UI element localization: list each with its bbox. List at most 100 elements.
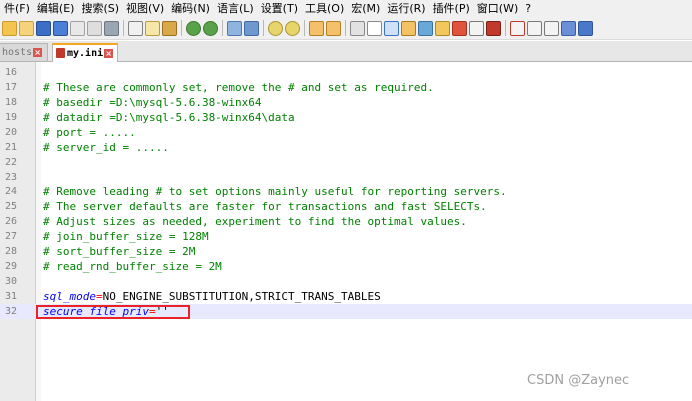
code-text: # datadir =D:\mysql-5.6.38-winx64\data bbox=[43, 111, 295, 124]
save-macro-icon[interactable] bbox=[544, 20, 559, 36]
menu-bar: 件(F) 编辑(E) 搜索(S) 视图(V) 编码(N) 语言(L) 设置(T) 工具(O) 宏… bbox=[0, 0, 692, 17]
tab-hosts[interactable]: hosts × bbox=[0, 43, 48, 62]
code-line: 30 bbox=[0, 274, 692, 289]
macro-next-icon[interactable] bbox=[561, 20, 576, 36]
config-key: sql_mode bbox=[43, 290, 96, 303]
folder-workspace-icon[interactable] bbox=[435, 20, 450, 36]
print-icon[interactable] bbox=[104, 20, 119, 36]
menu-edit[interactable]: 编辑(E) bbox=[33, 0, 78, 17]
close-icon[interactable]: × bbox=[33, 47, 43, 57]
stop-macro-icon[interactable] bbox=[486, 20, 501, 36]
code-line: 23 bbox=[0, 170, 692, 185]
menu-run[interactable]: 运行(R) bbox=[383, 0, 428, 17]
code-text: # server_id = ..... bbox=[43, 141, 169, 154]
paste-icon[interactable] bbox=[162, 20, 177, 36]
cut-icon[interactable] bbox=[128, 20, 143, 36]
line-number: 26 bbox=[4, 216, 17, 227]
find-icon[interactable] bbox=[227, 20, 242, 36]
toolbar bbox=[0, 17, 692, 40]
menu-file[interactable]: 件(F) bbox=[0, 0, 33, 17]
save-icon[interactable] bbox=[36, 20, 51, 36]
close-icon[interactable]: × bbox=[104, 48, 114, 58]
code-text: # basedir =D:\mysql-5.6.38-winx64 bbox=[43, 96, 262, 109]
line-number: 25 bbox=[4, 201, 17, 212]
code-text: # Adjust sizes as needed, experiment to … bbox=[43, 215, 467, 228]
menu-search[interactable]: 搜索(S) bbox=[77, 0, 122, 17]
toolbar-separator bbox=[304, 20, 305, 36]
code-text: # These are commonly set, remove the # a… bbox=[43, 81, 434, 94]
file-icon bbox=[56, 48, 65, 58]
line-number: 23 bbox=[4, 172, 17, 183]
monitoring-icon[interactable] bbox=[452, 20, 467, 36]
equals-sign: = bbox=[95, 290, 103, 303]
doc-map-icon[interactable] bbox=[401, 20, 416, 36]
toolbar-separator bbox=[222, 20, 223, 36]
config-value: NO_ENGINE_SUBSTITUTION,STRICT_TRANS_TABL… bbox=[102, 290, 381, 303]
line-number: 20 bbox=[4, 127, 17, 138]
menu-language[interactable]: 语言(L) bbox=[213, 0, 257, 17]
tab-my-ini[interactable]: my.ini × bbox=[52, 43, 118, 62]
close-all-icon[interactable] bbox=[87, 20, 102, 36]
tab-bar: hosts × my.ini × bbox=[0, 41, 692, 62]
menu-settings[interactable]: 设置(T) bbox=[257, 0, 301, 17]
redo-icon[interactable] bbox=[203, 20, 218, 36]
replace-icon[interactable] bbox=[244, 20, 259, 36]
line-number: 18 bbox=[4, 97, 17, 108]
code-line: 16 bbox=[0, 65, 692, 80]
toolbar-separator bbox=[263, 20, 264, 36]
code-line: 19 # datadir =D:\mysql-5.6.38-winx64\dat… bbox=[0, 110, 692, 125]
menu-view[interactable]: 视图(V) bbox=[122, 0, 167, 17]
menu-tools[interactable]: 工具(O) bbox=[301, 0, 347, 17]
line-number: 21 bbox=[4, 142, 17, 153]
show-all-chars-icon[interactable] bbox=[367, 20, 382, 36]
function-list-icon[interactable] bbox=[418, 20, 433, 36]
open-icon[interactable] bbox=[19, 20, 34, 36]
menu-encoding[interactable]: 编码(N) bbox=[167, 0, 213, 17]
save-all-icon[interactable] bbox=[53, 20, 68, 36]
editor-area[interactable]: 16 17 # These are commonly set, remove t… bbox=[0, 62, 692, 401]
code-line: 28 # sort_buffer_size = 2M bbox=[0, 244, 692, 259]
line-number: 24 bbox=[4, 186, 17, 197]
indent-guide-icon[interactable] bbox=[384, 20, 399, 36]
code-text: # read_rnd_buffer_size = 2M bbox=[43, 260, 222, 273]
menu-plugins[interactable]: 插件(P) bbox=[429, 0, 473, 17]
line-number: 27 bbox=[4, 231, 17, 242]
zoom-out-icon[interactable] bbox=[285, 20, 300, 36]
line-number: 17 bbox=[4, 82, 17, 93]
undo-icon[interactable] bbox=[186, 20, 201, 36]
code-text: # join_buffer_size = 128M bbox=[43, 230, 209, 243]
menu-window[interactable]: 窗口(W) bbox=[473, 0, 521, 17]
macro-save-icon[interactable] bbox=[578, 20, 593, 36]
code-text: # port = ..... bbox=[43, 126, 136, 139]
zoom-in-icon[interactable] bbox=[268, 20, 283, 36]
tab-label: my.ini bbox=[67, 48, 104, 59]
play-multiple-icon[interactable] bbox=[527, 20, 542, 36]
toolbar-separator bbox=[123, 20, 124, 36]
copy-icon[interactable] bbox=[145, 20, 160, 36]
close-icon[interactable] bbox=[70, 20, 85, 36]
new-file-icon[interactable] bbox=[2, 20, 17, 36]
word-wrap-icon[interactable] bbox=[350, 20, 365, 36]
play-macro-icon[interactable] bbox=[510, 20, 525, 36]
sync-v-icon[interactable] bbox=[309, 20, 324, 36]
line-number: 30 bbox=[4, 276, 17, 287]
code-text: # Remove leading # to set options mainly… bbox=[43, 185, 507, 198]
menu-macro[interactable]: 宏(M) bbox=[347, 0, 383, 17]
code-line: 29 # read_rnd_buffer_size = 2M bbox=[0, 259, 692, 274]
tab-label: hosts bbox=[2, 47, 33, 58]
toolbar-separator bbox=[505, 20, 506, 36]
code-line: 24 # Remove leading # to set options mai… bbox=[0, 184, 692, 199]
record-macro-icon[interactable] bbox=[469, 20, 484, 36]
line-number: 19 bbox=[4, 112, 17, 123]
code-line: 26 # Adjust sizes as needed, experiment … bbox=[0, 214, 692, 229]
watermark: CSDN @Zaynec bbox=[527, 373, 630, 388]
menu-help[interactable]: ? bbox=[521, 0, 534, 17]
line-number: 29 bbox=[4, 261, 17, 272]
line-number: 28 bbox=[4, 246, 17, 257]
sync-h-icon[interactable] bbox=[326, 20, 341, 36]
code-line: 18 # basedir =D:\mysql-5.6.38-winx64 bbox=[0, 95, 692, 110]
code-line: 25 # The server defaults are faster for … bbox=[0, 199, 692, 214]
toolbar-separator bbox=[181, 20, 182, 36]
code-line: 31 sql_mode=NO_ENGINE_SUBSTITUTION,STRIC… bbox=[0, 289, 692, 304]
code-line: 21 # server_id = ..... bbox=[0, 140, 692, 155]
